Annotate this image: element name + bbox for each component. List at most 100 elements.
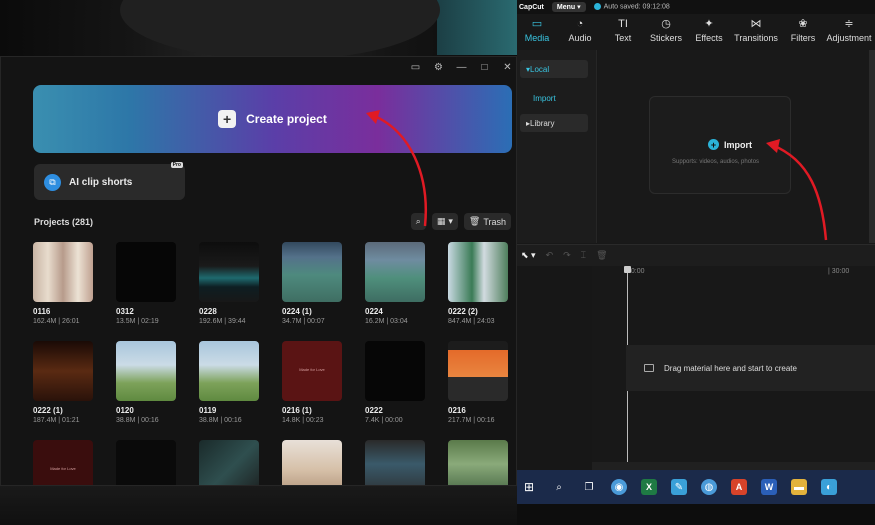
project-card[interactable]: 0312 13.5M | 02:19 — [116, 242, 176, 325]
tab-text[interactable]: TI Text — [603, 18, 643, 44]
project-card[interactable]: 0224 16.2M | 03:04 — [365, 242, 425, 325]
tab-label: Filters — [790, 33, 816, 43]
sidebar-item-library[interactable]: ▸ Library — [520, 114, 588, 132]
import-button[interactable]: + Import — [708, 139, 752, 150]
split-icon[interactable]: ⌶ — [581, 250, 586, 261]
project-thumbnail — [365, 341, 425, 401]
project-card[interactable]: 0119 38.8M | 00:16 — [199, 341, 259, 424]
project-name: 0222 — [365, 406, 383, 415]
select-tool-icon[interactable]: ⬉ ▾ — [521, 250, 536, 261]
filters-icon: ❀ — [798, 18, 808, 30]
project-thumbnail — [33, 341, 93, 401]
view-toggle-button[interactable]: ▦ ▾ — [431, 213, 458, 230]
tab-stickers[interactable]: ◷ Stickers — [643, 18, 689, 44]
project-thumbnail — [199, 341, 259, 401]
project-meta: 16.2M | 03:04 — [365, 318, 408, 325]
project-card[interactable] — [365, 440, 425, 485]
effects-icon: ✦ — [704, 18, 714, 30]
feedback-icon[interactable]: ▭ — [409, 61, 422, 74]
project-card[interactable]: 0222 (2) 847.4M | 24:03 — [448, 242, 508, 325]
pdf-app-icon[interactable]: A — [731, 479, 747, 495]
timeline-toolbar: ⬉ ▾ ↶ ↷ ⌶ 🗑 — [517, 244, 875, 266]
menu-button[interactable]: Menu ▾ — [551, 2, 586, 12]
windows-start-icon[interactable]: ⊞ — [521, 479, 537, 495]
screen: ▭ ⚙ — □ ✕ + Create project ⧉ AI clip sho… — [0, 0, 875, 525]
paint-app-icon[interactable]: ◉ — [611, 479, 627, 495]
timeline-drop-area[interactable]: Drag material here and start to create — [626, 345, 875, 391]
project-card[interactable]: Made for Love 0216 (1) 14.8K | 00:23 — [282, 341, 342, 424]
media-panel: + Import Supports: videos, audios, photo… — [598, 50, 869, 243]
word-app-icon[interactable]: W — [761, 479, 777, 495]
notepad-app-icon[interactable]: ✎ — [671, 479, 687, 495]
plus-icon: + — [218, 110, 237, 128]
project-card[interactable]: 0228 192.6M | 39:44 — [199, 242, 259, 325]
settings-icon[interactable]: ⚙ — [432, 61, 445, 74]
project-thumbnail — [448, 440, 508, 485]
projects-count: (281) — [72, 217, 94, 227]
tab-transitions[interactable]: ⋈ Transitions — [729, 18, 783, 44]
projects-heading: Projects (281) — [34, 217, 93, 227]
project-card[interactable]: 0222 (1) 187.4M | 01:21 — [33, 341, 93, 424]
browser-app-icon[interactable]: ◍ — [701, 479, 717, 495]
project-card[interactable]: 0224 (1) 34.7M | 00:07 — [282, 242, 342, 325]
project-meta: 7.4K | 00:00 — [365, 417, 403, 424]
audio-icon: ◔ — [576, 18, 584, 30]
projects-grid: 0116 162.4M | 26:01 0312 13.5M | 02:19 0228 1… — [33, 242, 516, 485]
project-meta: 847.4M | 24:03 — [448, 318, 495, 325]
tab-media[interactable]: ▭ Media — [517, 18, 557, 44]
editor-titlebar: CapCut Menu ▾ Auto saved: 09:12:08 — [517, 0, 875, 14]
adjustment-icon: ≑ — [844, 18, 854, 30]
project-card[interactable]: 0222 7.4K | 00:00 — [365, 341, 425, 424]
import-dropzone[interactable]: + Import Supports: videos, audios, photo… — [649, 96, 791, 194]
redo-icon[interactable]: ↷ — [563, 250, 571, 261]
project-card[interactable] — [116, 440, 176, 485]
excel-app-icon[interactable]: X — [641, 479, 657, 495]
drop-text: Drag material here and start to create — [664, 363, 797, 373]
import-supports-text: Supports: videos, audios, photos — [672, 159, 760, 165]
media-sidebar: ▾ Local Import ▸ Library — [517, 50, 597, 243]
sidebar-item-local[interactable]: ▾ Local — [520, 60, 588, 78]
plus-icon: + — [708, 139, 719, 150]
task-view-icon[interactable]: ❐ — [581, 479, 597, 495]
minimize-icon[interactable]: — — [455, 61, 468, 74]
project-name: 0222 (1) — [33, 406, 63, 415]
app-logo: CapCut — [519, 3, 544, 11]
maximize-icon[interactable]: □ — [478, 61, 491, 74]
folder-app-icon[interactable]: ▬ — [791, 479, 807, 495]
search-button[interactable]: ⌕ — [410, 213, 426, 230]
tab-label: Audio — [568, 33, 592, 43]
taskbar: ⊞ ⌕ ❐ ◉ X ✎ ◍ A W ▬ ◐ — [517, 470, 875, 525]
project-name: 0216 — [448, 406, 466, 415]
tab-effects[interactable]: ✦ Effects — [689, 18, 729, 44]
project-card[interactable]: Made for Love — [33, 440, 93, 485]
delete-icon[interactable]: 🗑 — [596, 250, 607, 261]
tab-adjustment[interactable]: ≑ Adjustment — [823, 18, 875, 44]
home-window: ▭ ⚙ — □ ✕ + Create project ⧉ AI clip sho… — [0, 56, 517, 486]
search-icon[interactable]: ⌕ — [551, 479, 567, 495]
sidebar-item-import[interactable]: Import — [520, 89, 588, 107]
editor-window: CapCut Menu ▾ Auto saved: 09:12:08 ▭ Medi… — [517, 0, 875, 470]
project-thumbnail — [448, 341, 508, 401]
projects-toolbar: ⌕ ▦ ▾ 🗑 Trash — [410, 213, 511, 230]
transitions-icon: ⋈ — [750, 18, 762, 30]
project-card[interactable]: 0216 217.7M | 00:16 — [448, 341, 508, 424]
create-project-button[interactable]: + Create project — [33, 85, 512, 153]
project-card[interactable] — [282, 440, 342, 485]
tab-filters[interactable]: ❀ Filters — [783, 18, 823, 44]
close-icon[interactable]: ✕ — [501, 61, 514, 74]
tab-label: Effects — [695, 33, 723, 43]
timeline-scrollbar[interactable] — [592, 462, 875, 470]
project-name: 0119 — [199, 406, 217, 415]
project-card[interactable] — [448, 440, 508, 485]
project-card[interactable]: 0116 162.4M | 26:01 — [33, 242, 93, 325]
ai-clip-shorts-button[interactable]: ⧉ AI clip shorts Pro — [34, 162, 185, 200]
app-icon[interactable]: ◐ — [821, 479, 837, 495]
timeline-track-headers — [517, 266, 592, 470]
project-card[interactable]: 0120 38.8M | 00:16 — [116, 341, 176, 424]
trash-button[interactable]: 🗑 Trash — [463, 213, 511, 230]
undo-icon[interactable]: ↶ — [546, 250, 554, 261]
tab-audio[interactable]: ◔ Audio — [557, 18, 603, 44]
project-meta: 162.4M | 26:01 — [33, 318, 80, 325]
project-card[interactable] — [199, 440, 259, 485]
search-icon: ⌕ — [415, 216, 421, 226]
